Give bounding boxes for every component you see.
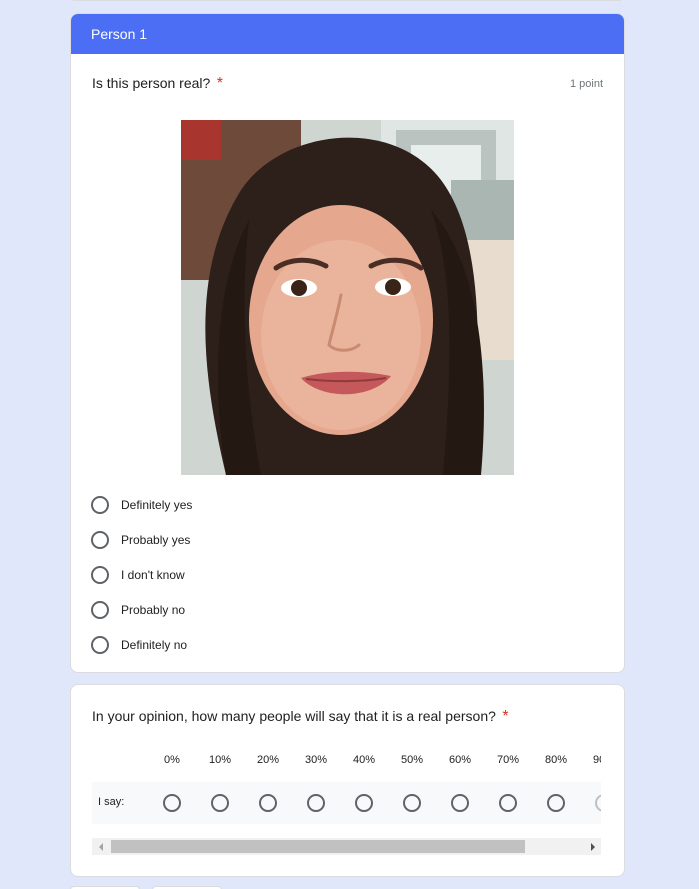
column-header: 30% [304, 754, 328, 766]
column-header: 10% [208, 754, 232, 766]
section-header: Person 1 [71, 14, 624, 54]
column-header: 70% [496, 754, 520, 766]
column-header: 50% [400, 754, 424, 766]
grid-scroll-area[interactable]: 0% 10% 20% 30% 40% 50% 60% 70% 80% 90% I… [92, 743, 601, 853]
column-header: 60% [448, 754, 472, 766]
option-label: Probably yes [121, 532, 191, 547]
required-asterisk: * [502, 708, 509, 725]
points-label: 1 point [569, 78, 603, 90]
option-label: Definitely yes [121, 497, 193, 512]
form-page: Person 1 Is this person real? * 1 point [0, 0, 699, 889]
required-asterisk: * [216, 75, 223, 92]
question-title: In your opinion, how many people will sa… [92, 708, 496, 724]
grid-radio-20[interactable] [259, 794, 277, 812]
option-label: Definitely no [121, 637, 188, 652]
option-i-dont-know[interactable]: I don't know [91, 557, 192, 592]
portrait-photo [181, 120, 514, 475]
radio-button[interactable] [91, 600, 109, 619]
column-header: 90% [592, 754, 601, 766]
radio-button[interactable] [91, 565, 109, 584]
radio-button[interactable] [91, 635, 109, 654]
grid-radio-80[interactable] [547, 794, 565, 812]
question-card-person-1: Person 1 Is this person real? * 1 point [70, 13, 625, 673]
option-definitely-yes[interactable]: Definitely yes [91, 487, 192, 522]
radio-button[interactable] [91, 495, 109, 514]
scroll-right-arrow-icon[interactable] [584, 838, 601, 855]
grid-radio-40[interactable] [355, 794, 373, 812]
grid-header-row: 0% 10% 20% 30% 40% 50% 60% 70% 80% 90% [92, 743, 601, 781]
grid-radio-0[interactable] [163, 794, 181, 812]
answer-options: Definitely yes Probably yes I don't know… [91, 487, 192, 662]
option-label: I don't know [121, 567, 185, 582]
horizontal-scrollbar[interactable] [92, 838, 601, 855]
grid-radio-10[interactable] [211, 794, 229, 812]
radio-button[interactable] [91, 530, 109, 549]
grid-radio-70[interactable] [499, 794, 517, 812]
previous-card-edge [70, 0, 624, 1]
grid-radio-90[interactable] [595, 794, 601, 812]
option-probably-yes[interactable]: Probably yes [91, 522, 192, 557]
option-label: Probably no [121, 602, 186, 617]
column-header: 20% [256, 754, 280, 766]
scroll-left-arrow-icon[interactable] [92, 838, 109, 855]
scrollbar-thumb[interactable] [111, 840, 525, 853]
grid-radio-50[interactable] [403, 794, 421, 812]
question-title: Is this person real? [92, 75, 211, 91]
question-header: Is this person real? * 1 point [92, 75, 603, 93]
grid-row: I say: [92, 782, 601, 824]
grid-radio-30[interactable] [307, 794, 325, 812]
choice-grid: 0% 10% 20% 30% 40% 50% 60% 70% 80% 90% I… [92, 743, 601, 824]
option-definitely-no[interactable]: Definitely no [91, 627, 192, 662]
question-card-estimate: In your opinion, how many people will sa… [70, 684, 625, 877]
row-label: I say: [98, 796, 125, 808]
column-header: 0% [164, 754, 180, 766]
grid-radio-60[interactable] [451, 794, 469, 812]
option-probably-no[interactable]: Probably no [91, 592, 192, 627]
section-title: Person 1 [91, 26, 148, 42]
question-header: In your opinion, how many people will sa… [92, 708, 603, 726]
column-header: 80% [544, 754, 568, 766]
column-header: 40% [352, 754, 376, 766]
